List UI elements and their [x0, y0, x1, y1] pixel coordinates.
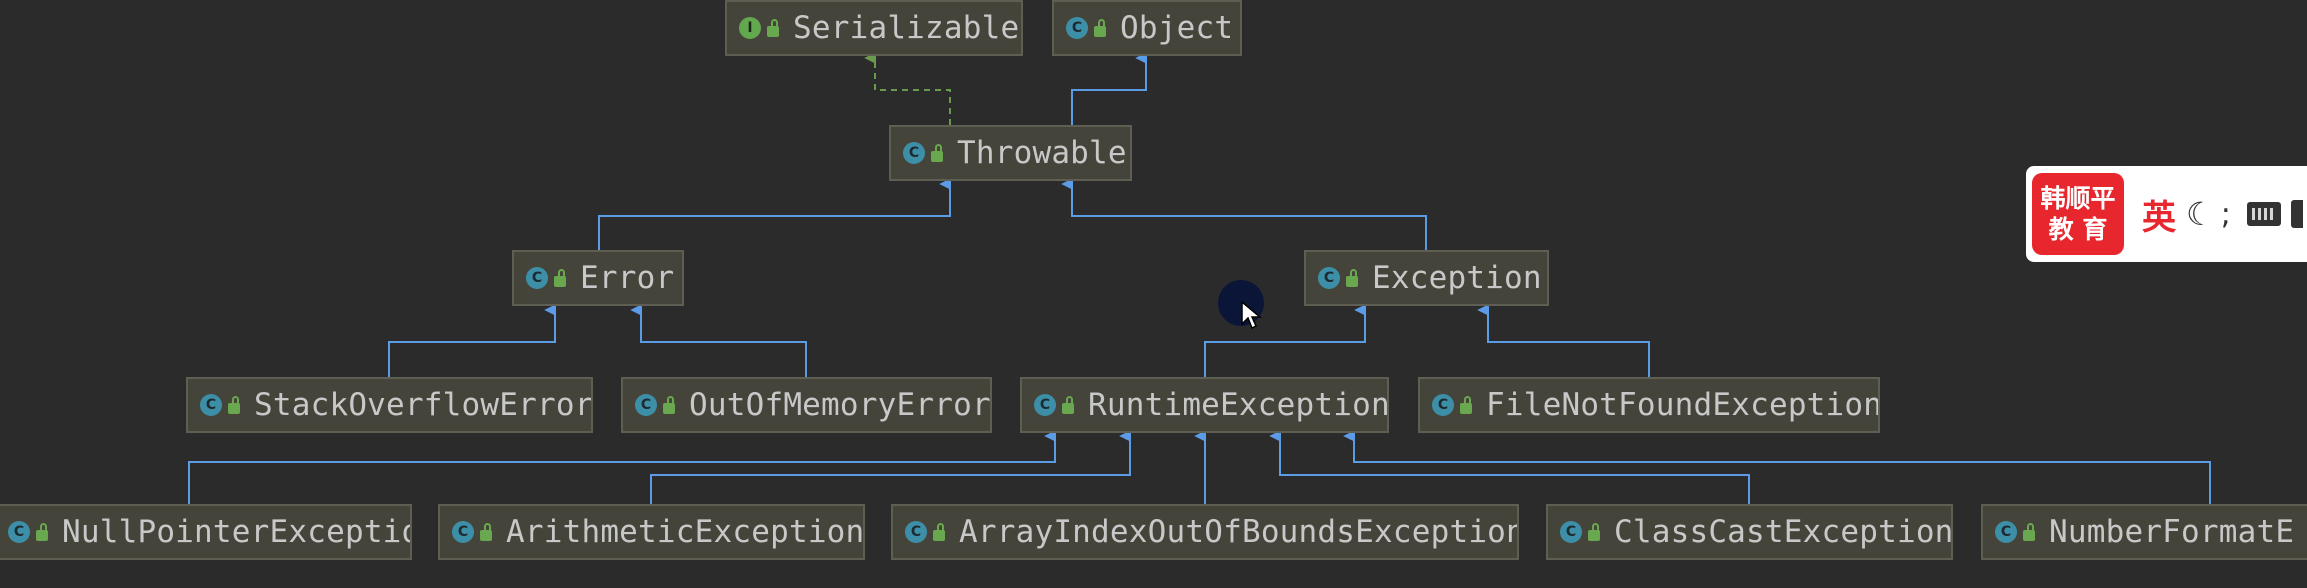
- keyboard-icon[interactable]: [2246, 202, 2281, 226]
- class-node-throwable[interactable]: C Throwable: [889, 125, 1132, 181]
- class-icon: C: [903, 142, 925, 164]
- edge-filenotfoundexception-to-exception: [1477, 304, 1650, 377]
- edge-error-to-throwable: [598, 178, 952, 250]
- class-icon: C: [1432, 394, 1454, 416]
- class-name-label: NumberFormatE: [2049, 514, 2295, 550]
- class-node-error[interactable]: C Error: [512, 250, 684, 306]
- public-lock-icon: [1460, 395, 1472, 414]
- edge-exception-to-throwable: [1061, 178, 1427, 250]
- class-icon: C: [452, 521, 474, 543]
- class-node-numberformatexception[interactable]: C NumberFormatE: [1981, 504, 2307, 560]
- class-node-classcastexception[interactable]: C ClassCastException: [1546, 504, 1953, 560]
- class-node-runtimeexception[interactable]: C RuntimeException: [1020, 377, 1389, 433]
- class-name-label: RuntimeException: [1088, 387, 1389, 423]
- class-icon: C: [905, 521, 927, 543]
- edge-throwable-to-serializable: [864, 52, 951, 125]
- edge-throwable-to-object: [1071, 52, 1148, 125]
- class-icon: C: [1034, 394, 1056, 416]
- public-lock-icon: [1062, 395, 1074, 414]
- class-name-label: FileNotFoundException: [1486, 387, 1880, 423]
- public-lock-icon: [933, 522, 945, 541]
- class-name-label: Exception: [1372, 260, 1542, 296]
- public-lock-icon: [36, 522, 48, 541]
- class-name-label: ArrayIndexOutOfBoundsException: [959, 514, 1519, 550]
- public-lock-icon: [663, 395, 675, 414]
- interface-icon: I: [739, 17, 761, 39]
- edge-outofmemoryerror-to-error: [630, 304, 807, 377]
- class-name-label: ClassCastException: [1614, 514, 1953, 550]
- ime-more-icon[interactable]: [2290, 200, 2303, 228]
- class-name-label: Object: [1120, 10, 1234, 46]
- class-node-nullpointerexception[interactable]: C NullPointerException: [0, 504, 412, 560]
- edge-numberformatexception-to-runtimeexception: [1343, 430, 2211, 504]
- class-name-label: OutOfMemoryError: [689, 387, 991, 423]
- ime-toolbar[interactable]: 韩顺平 教 育 英 ☾ ;: [2026, 166, 2307, 262]
- class-icon: C: [1318, 267, 1340, 289]
- public-lock-icon: [480, 522, 492, 541]
- public-lock-icon: [1094, 18, 1106, 37]
- class-icon: C: [1066, 17, 1088, 39]
- class-node-arrayindexoutofboundsexception[interactable]: C ArrayIndexOutOfBoundsException: [891, 504, 1519, 560]
- class-icon: C: [8, 521, 30, 543]
- class-name-label: NullPointerException: [62, 514, 412, 550]
- class-node-object[interactable]: C Object: [1052, 0, 1242, 56]
- inheritance-edges: [188, 52, 2211, 504]
- class-node-outofmemoryerror[interactable]: C OutOfMemoryError: [621, 377, 992, 433]
- public-lock-icon: [1346, 268, 1358, 287]
- edge-arithmeticexception-to-runtimeexception: [650, 430, 1132, 504]
- class-icon: C: [635, 394, 657, 416]
- mouse-cursor-icon: [1241, 300, 1262, 330]
- public-lock-icon: [767, 18, 779, 37]
- public-lock-icon: [2023, 522, 2035, 541]
- ime-logo-line1: 韩顺平: [2040, 184, 2116, 213]
- ime-logo: 韩顺平 教 育: [2032, 173, 2124, 255]
- ime-logo-line2: 教 育: [2048, 215, 2108, 244]
- class-node-filenotfoundexception[interactable]: C FileNotFoundException: [1418, 377, 1880, 433]
- public-lock-icon: [228, 395, 240, 414]
- ime-language-toggle[interactable]: 英: [2142, 190, 2176, 239]
- public-lock-icon: [554, 268, 566, 287]
- class-node-stackoverflowerror[interactable]: C StackOverflowError: [186, 377, 593, 433]
- edge-classcastexception-to-runtimeexception: [1269, 430, 1750, 504]
- class-name-label: Serializable: [793, 10, 1020, 46]
- class-name-label: Throwable: [957, 135, 1127, 171]
- class-name-label: ArithmeticException: [506, 514, 865, 550]
- class-icon: C: [1560, 521, 1582, 543]
- class-node-arithmeticexception[interactable]: C ArithmeticException: [438, 504, 865, 560]
- class-node-exception[interactable]: C Exception: [1304, 250, 1549, 306]
- edge-nullpointerexception-to-runtimeexception: [188, 430, 1057, 504]
- public-lock-icon: [1588, 522, 1600, 541]
- class-icon: C: [1995, 521, 2017, 543]
- class-icon: C: [526, 267, 548, 289]
- ime-punctuation-toggle[interactable]: ;: [2221, 197, 2231, 232]
- moon-icon[interactable]: ☾: [2186, 195, 2215, 233]
- class-icon: C: [200, 394, 222, 416]
- edge-stackoverflowerror-to-error: [388, 304, 557, 377]
- class-name-label: Error: [580, 260, 675, 296]
- class-name-label: StackOverflowError: [254, 387, 593, 423]
- class-node-serializable[interactable]: I Serializable: [725, 0, 1023, 56]
- public-lock-icon: [931, 143, 943, 162]
